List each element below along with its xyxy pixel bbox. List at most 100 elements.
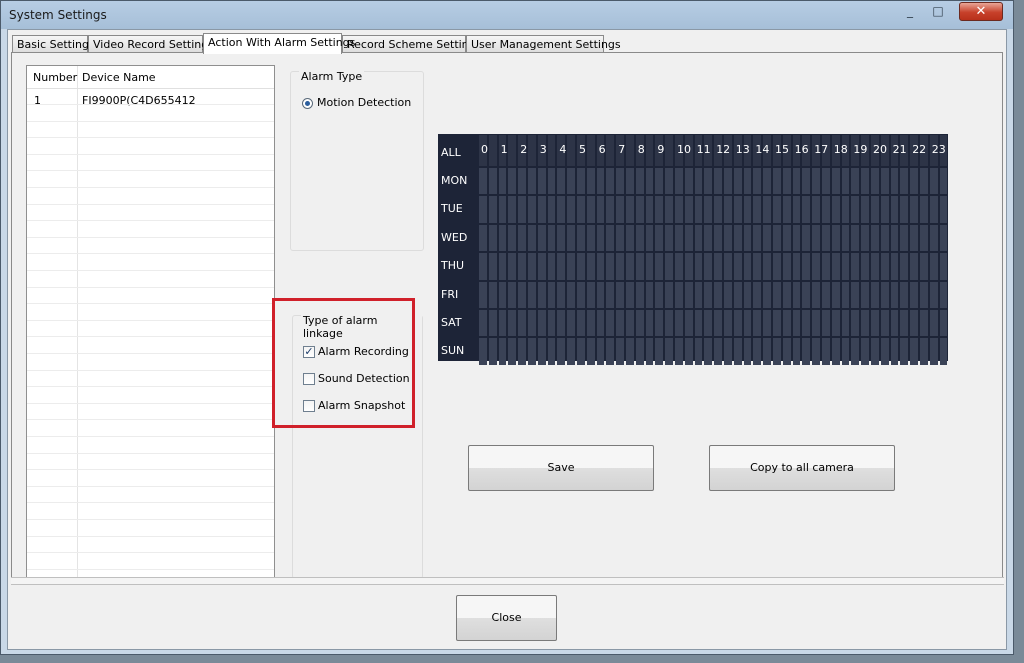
- day-label-wed[interactable]: WED: [441, 231, 467, 244]
- schedule-cell[interactable]: [694, 196, 703, 223]
- schedule-cell[interactable]: [782, 281, 791, 308]
- alarm-schedule-grid[interactable]: ALL 0 1 2 3 4 5 6 7 8 9 10 11 12 13 14 15 16 17 18 19 20 21 22…: [438, 134, 948, 365]
- schedule-cell[interactable]: [586, 168, 595, 195]
- column-header-number[interactable]: Number: [33, 71, 77, 84]
- schedule-cell[interactable]: [831, 253, 840, 280]
- schedule-cell[interactable]: [626, 338, 634, 365]
- schedule-cell[interactable]: [586, 338, 595, 365]
- schedule-cell[interactable]: [773, 168, 781, 195]
- schedule-cell[interactable]: [704, 224, 713, 252]
- schedule-cell[interactable]: [831, 196, 840, 223]
- schedule-cell[interactable]: [861, 281, 869, 308]
- day-label-sun[interactable]: SUN: [441, 344, 464, 357]
- schedule-cell[interactable]: [929, 168, 938, 195]
- schedule-cell[interactable]: [753, 168, 762, 195]
- maximize-icon[interactable]: □: [925, 2, 951, 20]
- schedule-cell[interactable]: [655, 338, 664, 365]
- schedule-cell[interactable]: [567, 196, 575, 223]
- schedule-cell[interactable]: [812, 224, 820, 252]
- schedule-cell[interactable]: [684, 338, 693, 365]
- schedule-cell[interactable]: [900, 310, 909, 337]
- schedule-cell[interactable]: [822, 338, 830, 365]
- schedule-cell[interactable]: [861, 253, 869, 280]
- schedule-cell[interactable]: [684, 281, 693, 308]
- schedule-cell[interactable]: [547, 196, 556, 223]
- save-button[interactable]: Save: [468, 445, 654, 491]
- schedule-cell[interactable]: [635, 253, 644, 280]
- schedule-cell[interactable]: [577, 224, 585, 252]
- schedule-cell[interactable]: [792, 196, 801, 223]
- schedule-cell[interactable]: [920, 338, 928, 365]
- schedule-cell[interactable]: [645, 281, 654, 308]
- schedule-cell[interactable]: [537, 253, 546, 280]
- schedule-cell[interactable]: [606, 310, 615, 337]
- schedule-cell[interactable]: [528, 338, 536, 365]
- schedule-cell[interactable]: [773, 253, 781, 280]
- schedule-cell[interactable]: [920, 224, 928, 252]
- schedule-cell[interactable]: [773, 310, 781, 337]
- schedule-cell[interactable]: [567, 310, 575, 337]
- schedule-cell[interactable]: [753, 196, 762, 223]
- schedule-cell[interactable]: [782, 310, 791, 337]
- schedule-cell[interactable]: [645, 168, 654, 195]
- schedule-all-button[interactable]: ALL: [441, 146, 461, 159]
- schedule-cell[interactable]: [861, 224, 869, 252]
- schedule-cell[interactable]: [704, 168, 713, 195]
- schedule-cell[interactable]: [537, 281, 546, 308]
- schedule-cell[interactable]: [792, 281, 801, 308]
- schedule-cell[interactable]: [831, 281, 840, 308]
- schedule-cell[interactable]: [871, 196, 879, 223]
- schedule-cell[interactable]: [753, 253, 762, 280]
- schedule-cell[interactable]: [498, 196, 507, 223]
- schedule-cell[interactable]: [812, 196, 820, 223]
- schedule-cell[interactable]: [841, 196, 850, 223]
- schedule-cell[interactable]: [831, 224, 840, 252]
- schedule-cell[interactable]: [635, 310, 644, 337]
- schedule-cell[interactable]: [880, 338, 889, 365]
- schedule-cell[interactable]: [586, 253, 595, 280]
- schedule-cell[interactable]: [508, 253, 517, 280]
- schedule-cell[interactable]: [567, 168, 575, 195]
- schedule-cell[interactable]: [606, 224, 615, 252]
- schedule-cell[interactable]: [929, 253, 938, 280]
- schedule-cell[interactable]: [910, 338, 918, 365]
- schedule-cell[interactable]: [596, 224, 605, 252]
- schedule-cell[interactable]: [547, 281, 556, 308]
- tab-action-with-alarm-settings[interactable]: Action With Alarm Settings: [203, 33, 355, 54]
- schedule-cell[interactable]: [773, 224, 781, 252]
- schedule-cell[interactable]: [792, 168, 801, 195]
- schedule-cell[interactable]: [822, 196, 830, 223]
- schedule-cell[interactable]: [792, 253, 801, 280]
- schedule-cell[interactable]: [782, 338, 791, 365]
- schedule-cell[interactable]: [851, 281, 860, 308]
- schedule-cell[interactable]: [518, 281, 526, 308]
- schedule-cell[interactable]: [488, 224, 497, 252]
- hour-header-4[interactable]: 4: [559, 143, 566, 156]
- schedule-cell[interactable]: [871, 168, 879, 195]
- schedule-cell[interactable]: [733, 310, 742, 337]
- schedule-cell[interactable]: [488, 281, 497, 308]
- schedule-cell[interactable]: [498, 253, 507, 280]
- schedule-cell[interactable]: [547, 253, 556, 280]
- schedule-cell[interactable]: [851, 196, 860, 223]
- schedule-cell[interactable]: [753, 224, 762, 252]
- schedule-cell[interactable]: [518, 168, 526, 195]
- schedule-cell[interactable]: [724, 310, 732, 337]
- schedule-cell[interactable]: [547, 224, 556, 252]
- hour-header-3[interactable]: 3: [540, 143, 547, 156]
- hour-header-19[interactable]: 19: [853, 143, 867, 156]
- schedule-cell[interactable]: [626, 310, 634, 337]
- schedule-cell[interactable]: [547, 168, 556, 195]
- schedule-cell[interactable]: [528, 310, 536, 337]
- schedule-cell[interactable]: [528, 224, 536, 252]
- schedule-cell[interactable]: [479, 253, 487, 280]
- schedule-cell[interactable]: [743, 224, 752, 252]
- schedule-cell[interactable]: [684, 196, 693, 223]
- schedule-cell[interactable]: [616, 224, 624, 252]
- schedule-cell[interactable]: [900, 168, 909, 195]
- schedule-cell[interactable]: [479, 310, 487, 337]
- schedule-cell[interactable]: [557, 338, 566, 365]
- schedule-cell[interactable]: [773, 281, 781, 308]
- schedule-cell[interactable]: [763, 224, 771, 252]
- schedule-cell[interactable]: [841, 168, 850, 195]
